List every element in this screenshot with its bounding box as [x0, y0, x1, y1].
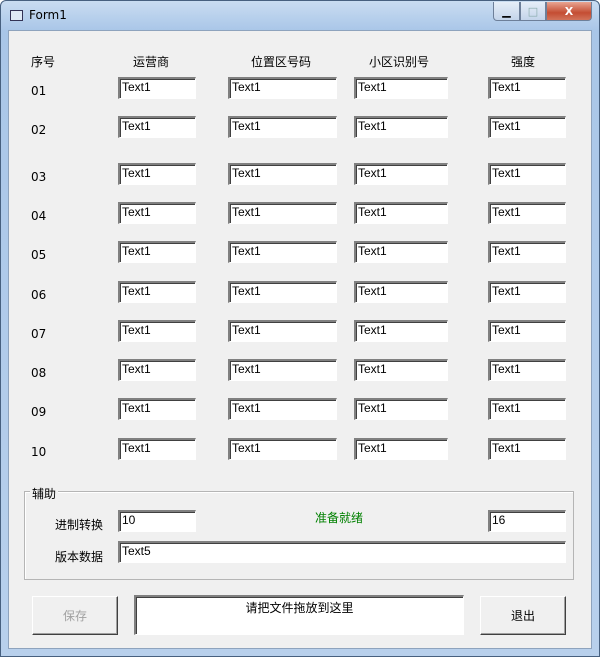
version-input[interactable]: Text5	[118, 541, 566, 563]
maximize-button[interactable]: □	[520, 2, 546, 21]
lac-input[interactable]: Text1	[228, 163, 337, 185]
window-title: Form1	[29, 8, 67, 22]
convert-to-input[interactable]: 16	[488, 510, 566, 532]
lac-input[interactable]: Text1	[228, 77, 337, 99]
lac-input[interactable]: Text1	[228, 438, 337, 460]
row-index: 04	[31, 209, 47, 223]
app-icon	[10, 10, 23, 21]
strength-input[interactable]: Text1	[488, 320, 566, 342]
strength-input[interactable]: Text1	[488, 281, 566, 303]
row-index: 10	[31, 445, 47, 459]
lac-input[interactable]: Text1	[228, 281, 337, 303]
operator-input[interactable]: Text1	[118, 398, 196, 420]
lac-input[interactable]: Text1	[228, 359, 337, 381]
strength-input[interactable]: Text1	[488, 202, 566, 224]
file-drop-area[interactable]: 请把文件拖放到这里	[134, 595, 464, 635]
aux-group-label: 辅助	[30, 485, 59, 502]
operator-input[interactable]: Text1	[118, 438, 196, 460]
lac-input[interactable]: Text1	[228, 202, 337, 224]
strength-input[interactable]: Text1	[488, 163, 566, 185]
operator-input[interactable]: Text1	[118, 202, 196, 224]
operator-input[interactable]: Text1	[118, 163, 196, 185]
row-index: 06	[31, 288, 47, 302]
cell-id-input[interactable]: Text1	[354, 398, 448, 420]
aux-group	[24, 491, 574, 580]
header-cell-id: 小区识别号	[369, 55, 430, 69]
strength-input[interactable]: Text1	[488, 77, 566, 99]
operator-input[interactable]: Text1	[118, 77, 196, 99]
lac-input[interactable]: Text1	[228, 398, 337, 420]
exit-button[interactable]: 退出	[480, 596, 566, 635]
strength-input[interactable]: Text1	[488, 398, 566, 420]
lac-input[interactable]: Text1	[228, 241, 337, 263]
cell-id-input[interactable]: Text1	[354, 281, 448, 303]
operator-input[interactable]: Text1	[118, 281, 196, 303]
convert-from-input[interactable]: 10	[118, 510, 196, 532]
row-index: 08	[31, 366, 47, 380]
row-index: 01	[31, 84, 47, 98]
strength-input[interactable]: Text1	[488, 116, 566, 138]
header-lac: 位置区号码	[251, 55, 312, 69]
header-strength: 强度	[511, 55, 536, 69]
row-index: 09	[31, 405, 47, 419]
operator-input[interactable]: Text1	[118, 241, 196, 263]
cell-id-input[interactable]: Text1	[354, 77, 448, 99]
cell-id-input[interactable]: Text1	[354, 241, 448, 263]
header-operator: 运营商	[133, 55, 170, 69]
row-index: 03	[31, 170, 47, 184]
lac-input[interactable]: Text1	[228, 320, 337, 342]
close-button[interactable]: X	[546, 2, 592, 21]
operator-input[interactable]: Text1	[118, 359, 196, 381]
operator-input[interactable]: Text1	[118, 320, 196, 342]
save-button[interactable]: 保存	[32, 596, 118, 635]
operator-input[interactable]: Text1	[118, 116, 196, 138]
cell-id-input[interactable]: Text1	[354, 202, 448, 224]
row-index: 07	[31, 327, 47, 341]
status-label: 准备就绪	[315, 511, 364, 525]
cell-id-input[interactable]: Text1	[354, 116, 448, 138]
cell-id-input[interactable]: Text1	[354, 320, 448, 342]
lac-input[interactable]: Text1	[228, 116, 337, 138]
cell-id-input[interactable]: Text1	[354, 359, 448, 381]
strength-input[interactable]: Text1	[488, 241, 566, 263]
strength-input[interactable]: Text1	[488, 438, 566, 460]
strength-input[interactable]: Text1	[488, 359, 566, 381]
version-label: 版本数据	[55, 550, 104, 564]
header-index: 序号	[31, 55, 56, 69]
row-index: 05	[31, 248, 47, 262]
minimize-button[interactable]: ▁	[493, 2, 520, 21]
cell-id-input[interactable]: Text1	[354, 438, 448, 460]
row-index: 02	[31, 123, 47, 137]
convert-label: 进制转换	[55, 518, 104, 532]
cell-id-input[interactable]: Text1	[354, 163, 448, 185]
